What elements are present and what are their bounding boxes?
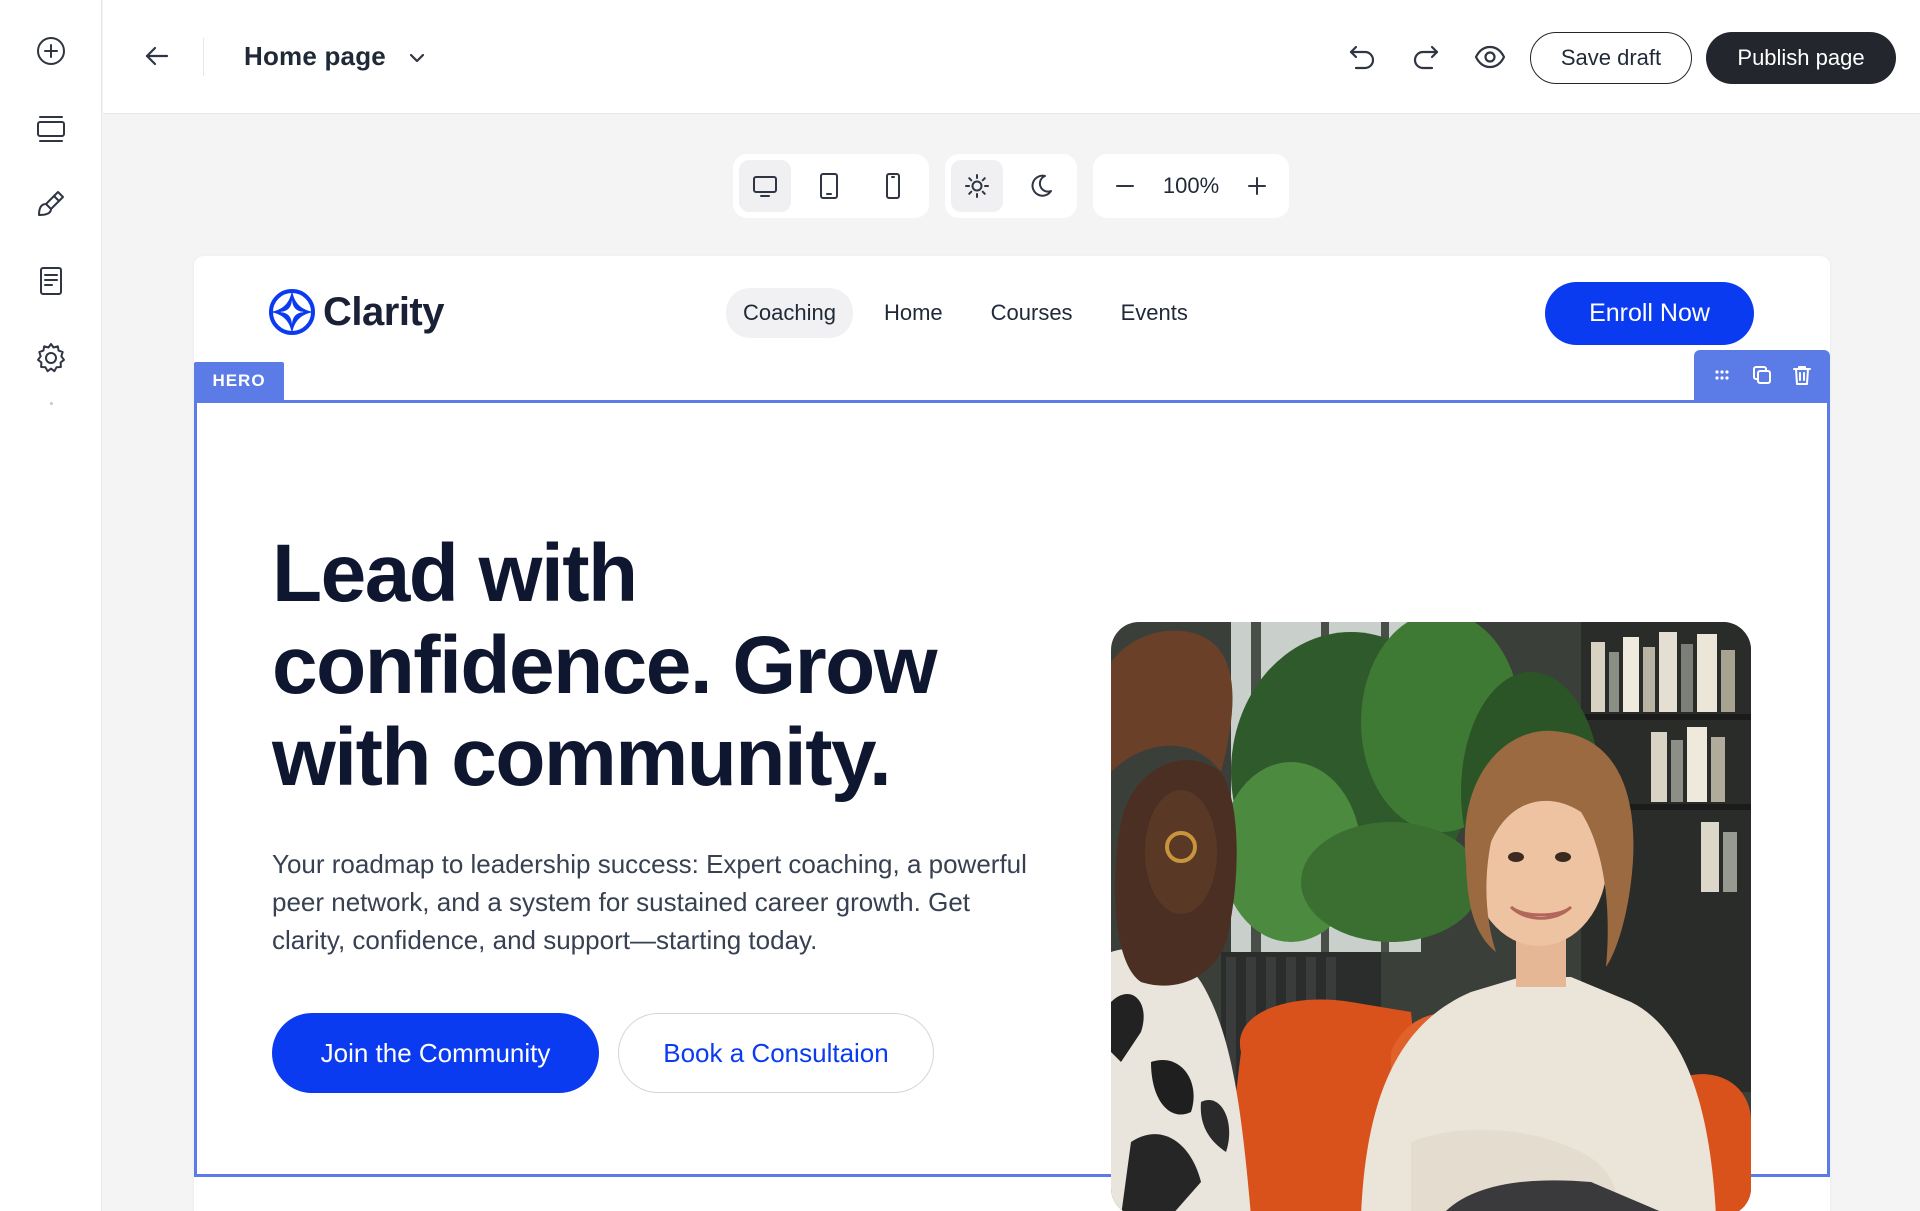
hero-heading: Lead with confidence. Grow with communit… bbox=[272, 528, 938, 803]
back-arrow-icon[interactable] bbox=[139, 38, 175, 74]
site-logo[interactable]: Clarity bbox=[269, 289, 445, 335]
zoom-control: 100% bbox=[1093, 154, 1289, 218]
zoom-level: 100% bbox=[1162, 173, 1220, 198]
section-tag[interactable]: HERO bbox=[194, 362, 284, 400]
site-nav-links: Coaching Home Courses Events bbox=[726, 288, 1205, 338]
save-draft-button[interactable]: Save draft bbox=[1530, 32, 1692, 84]
sun-icon[interactable] bbox=[951, 160, 1003, 212]
site-navbar: Clarity Coaching Home Courses Events Enr… bbox=[194, 256, 1830, 360]
gear-icon[interactable] bbox=[31, 338, 71, 378]
undo-icon[interactable] bbox=[1343, 38, 1381, 76]
clarity-logo-icon bbox=[269, 289, 315, 335]
hero-subtext: Your roadmap to leadership success: Expe… bbox=[272, 849, 1027, 955]
preview-eye-icon[interactable] bbox=[1471, 38, 1509, 76]
duplicate-icon[interactable] bbox=[1747, 360, 1777, 390]
theme-switcher bbox=[945, 154, 1077, 218]
nav-link-events[interactable]: Events bbox=[1104, 288, 1205, 338]
drag-handle-icon[interactable] bbox=[1707, 360, 1737, 390]
zoom-in-plus-icon[interactable] bbox=[1235, 160, 1279, 212]
page-icon[interactable] bbox=[31, 261, 71, 301]
hero-photo bbox=[1111, 622, 1751, 1211]
nav-link-home[interactable]: Home bbox=[867, 288, 960, 338]
section-toolbar bbox=[1694, 350, 1830, 400]
redo-icon[interactable] bbox=[1407, 38, 1445, 76]
page-title[interactable]: Home page bbox=[244, 41, 386, 72]
mobile-icon[interactable] bbox=[867, 160, 919, 212]
topbar-divider bbox=[203, 38, 204, 76]
moon-icon[interactable] bbox=[1015, 160, 1067, 212]
nav-link-coaching[interactable]: Coaching bbox=[726, 288, 853, 338]
zoom-out-minus-icon[interactable] bbox=[1103, 160, 1147, 212]
trash-icon[interactable] bbox=[1787, 360, 1817, 390]
chevron-down-icon[interactable] bbox=[405, 46, 429, 70]
editor-topbar: Home page Save draft Publish page bbox=[103, 0, 1920, 114]
left-rail bbox=[0, 0, 102, 1211]
rail-divider-dot bbox=[50, 402, 53, 405]
device-switcher bbox=[733, 154, 929, 218]
add-icon[interactable] bbox=[31, 31, 71, 71]
publish-page-button[interactable]: Publish page bbox=[1706, 32, 1896, 84]
nav-link-courses[interactable]: Courses bbox=[974, 288, 1090, 338]
enroll-now-button[interactable]: Enroll Now bbox=[1545, 282, 1754, 345]
logo-text: Clarity bbox=[323, 289, 445, 334]
layers-icon[interactable] bbox=[31, 108, 71, 148]
page-canvas: Clarity Coaching Home Courses Events Enr… bbox=[194, 256, 1830, 1211]
brush-icon[interactable] bbox=[31, 184, 71, 224]
join-community-button[interactable]: Join the Community bbox=[272, 1013, 599, 1093]
desktop-icon[interactable] bbox=[739, 160, 791, 212]
book-consultation-button[interactable]: Book a Consultaion bbox=[618, 1013, 934, 1093]
tablet-icon[interactable] bbox=[803, 160, 855, 212]
